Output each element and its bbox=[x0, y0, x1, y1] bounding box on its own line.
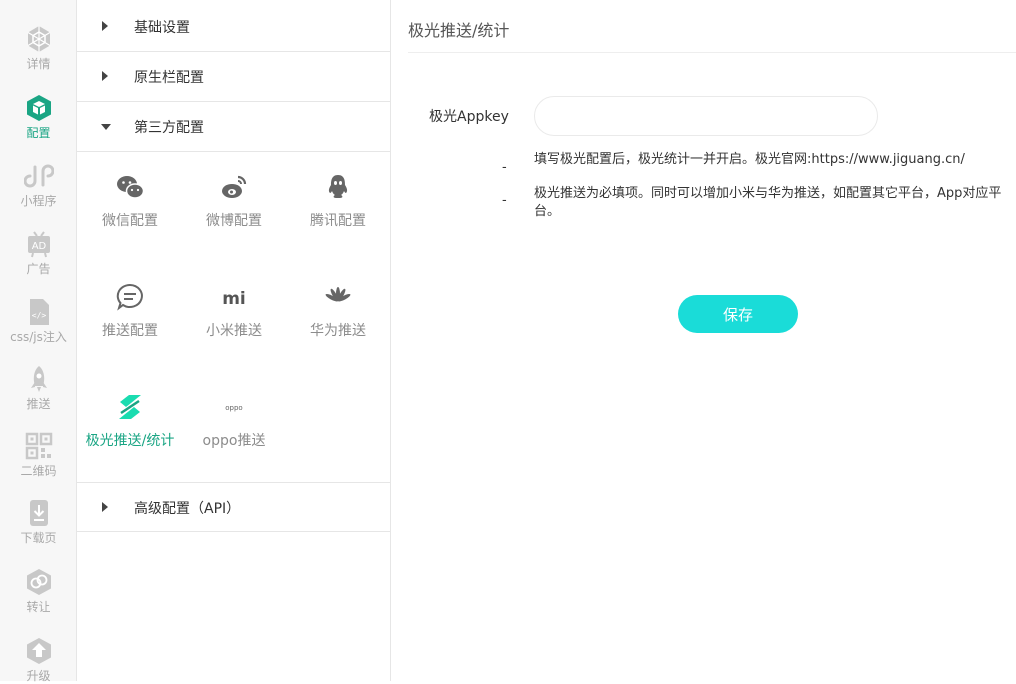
sidebar-item-label: 二维码 bbox=[20, 464, 57, 478]
sidebar-item-miniprogram[interactable]: 小程序 bbox=[0, 161, 77, 209]
tile-xiaomi-push[interactable]: mi 小米推送 bbox=[182, 282, 286, 352]
huawei-icon bbox=[325, 287, 351, 302]
tile-tencent-config[interactable]: 腾讯配置 bbox=[286, 172, 390, 242]
sidebar-item-label: 下载页 bbox=[20, 531, 57, 545]
sidebar-item-details[interactable]: 详情 bbox=[0, 24, 77, 72]
sidebar-item-upgrade[interactable]: 升级 bbox=[0, 636, 77, 684]
svg-text:</>: </> bbox=[31, 311, 46, 320]
svg-text:oppo: oppo bbox=[225, 404, 242, 412]
note-dash: - bbox=[502, 160, 507, 175]
transfer-icon bbox=[26, 569, 51, 595]
svg-text:mi: mi bbox=[222, 289, 246, 309]
app-sidebar: 详情 配置 小程序 AD 广告 </> css/js注入 推送 二维码 下载页 … bbox=[0, 0, 77, 684]
caret-right-icon bbox=[102, 502, 108, 512]
weibo-icon bbox=[222, 175, 247, 198]
tile-label: 小米推送 bbox=[206, 323, 262, 339]
sidebar-item-label: 广告 bbox=[26, 262, 51, 276]
qq-icon bbox=[328, 175, 348, 198]
oppo-icon: oppo bbox=[225, 404, 242, 412]
section-third-party[interactable]: 第三方配置 bbox=[77, 102, 390, 152]
tile-label: oppo推送 bbox=[202, 433, 266, 449]
note-jiguang-stats: 填写极光配置后，极光统计一并开启。极光官网:https://www.jiguan… bbox=[534, 152, 965, 167]
wechat-icon bbox=[117, 176, 145, 199]
section-basic-settings[interactable]: 基础设置 bbox=[77, 2, 390, 52]
sidebar-item-label: 配置 bbox=[26, 126, 51, 140]
miniprogram-icon bbox=[23, 164, 54, 188]
tile-wechat-config[interactable]: 微信配置 bbox=[78, 172, 182, 242]
spiderweb-icon bbox=[27, 26, 50, 52]
ad-icon: AD bbox=[27, 231, 50, 258]
sidebar-item-css-js[interactable]: </> css/js注入 bbox=[0, 297, 77, 345]
tile-label: 腾讯配置 bbox=[310, 213, 366, 229]
tile-huawei-push[interactable]: 华为推送 bbox=[286, 282, 390, 352]
jiguang-icon bbox=[119, 395, 141, 419]
sidebar-item-config[interactable]: 配置 bbox=[0, 93, 77, 141]
code-file-icon: </> bbox=[29, 299, 49, 325]
config-menu: 基础设置 原生栏配置 第三方配置 微信配置 微博配置 腾讯配置 推送配置 mi … bbox=[77, 0, 391, 681]
caret-right-icon bbox=[102, 21, 108, 31]
main-panel: 极光推送/统计 极光Appkey - 填写极光配置后，极光统计一并开启。极光官网… bbox=[392, 0, 1016, 681]
qrcode-icon bbox=[25, 432, 52, 460]
chat-bubble-icon bbox=[116, 283, 143, 311]
sidebar-item-qrcode[interactable]: 二维码 bbox=[0, 431, 77, 479]
save-button[interactable]: 保存 bbox=[678, 295, 798, 333]
sidebar-item-label: css/js注入 bbox=[10, 330, 67, 344]
upgrade-icon bbox=[26, 638, 51, 664]
sidebar-item-label: 转让 bbox=[26, 600, 51, 614]
caret-down-icon bbox=[101, 124, 111, 130]
sidebar-item-push[interactable]: 推送 bbox=[0, 364, 77, 412]
section-advanced-api[interactable]: 高级配置（API） bbox=[77, 482, 390, 532]
tile-weibo-config[interactable]: 微博配置 bbox=[182, 172, 286, 242]
cube-icon bbox=[26, 95, 51, 121]
tile-label: 推送配置 bbox=[102, 323, 158, 339]
sidebar-item-transfer[interactable]: 转让 bbox=[0, 567, 77, 615]
note-dash: - bbox=[502, 193, 507, 208]
sidebar-item-label: 推送 bbox=[26, 397, 51, 411]
caret-right-icon bbox=[102, 71, 108, 81]
sidebar-item-label: 详情 bbox=[26, 57, 51, 71]
sidebar-item-ads[interactable]: AD 广告 bbox=[0, 229, 77, 277]
sidebar-item-download-page[interactable]: 下载页 bbox=[0, 498, 77, 546]
tile-label: 华为推送 bbox=[310, 323, 366, 339]
title-divider bbox=[408, 52, 1016, 53]
sidebar-item-label: 小程序 bbox=[20, 194, 57, 208]
page-title: 极光推送/统计 bbox=[408, 21, 510, 40]
xiaomi-icon: mi bbox=[222, 289, 246, 309]
tile-jiguang-push[interactable]: 极光推送/统计 bbox=[78, 392, 182, 462]
appkey-label: 极光Appkey bbox=[429, 109, 509, 125]
tile-oppo-push[interactable]: oppo oppo推送 bbox=[182, 392, 286, 462]
tile-label: 微信配置 bbox=[102, 213, 158, 229]
section-native-bar[interactable]: 原生栏配置 bbox=[77, 52, 390, 102]
svg-text:AD: AD bbox=[31, 241, 46, 252]
download-icon bbox=[29, 500, 48, 526]
tile-label: 极光推送/统计 bbox=[85, 433, 175, 449]
rocket-icon bbox=[30, 366, 47, 392]
tile-label: 微博配置 bbox=[206, 213, 262, 229]
tile-push-config[interactable]: 推送配置 bbox=[78, 282, 182, 352]
appkey-input[interactable] bbox=[534, 96, 878, 136]
note-jiguang-required: 极光推送为必填项。同时可以增加小米与华为推送，如配置其它平台，App对应平台。 bbox=[534, 186, 1002, 219]
